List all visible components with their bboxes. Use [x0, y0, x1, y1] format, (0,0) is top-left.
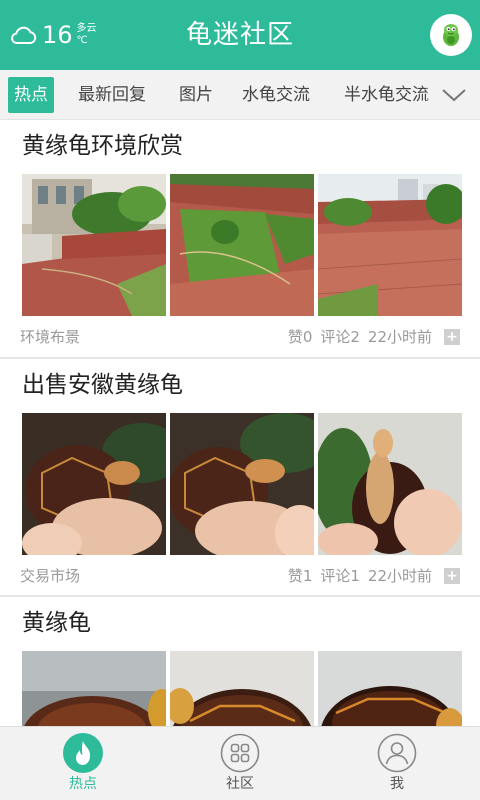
post-image[interactable] — [318, 651, 462, 726]
post-card[interactable]: 黄缘龟 — [0, 596, 480, 726]
page-title: 龟迷社区 — [185, 20, 294, 50]
post-card[interactable]: 黄缘龟环境欣赏 环境布景 赞0 评论2 22小时前 + — [0, 120, 480, 358]
nav-label-me: 我 — [390, 776, 404, 792]
post-time: 22小时前 — [367, 567, 432, 585]
comment-count: 评论2 — [320, 328, 360, 346]
tab-latest-reply[interactable]: 最新回复 — [78, 76, 146, 114]
post-stats: 赞0 评论2 22小时前 + — [280, 326, 460, 348]
post-thumbnails — [22, 651, 462, 726]
post-title[interactable]: 出售安徽黄缘龟 — [22, 369, 183, 401]
grid-icon — [220, 733, 260, 773]
comment-count: 评论1 — [320, 567, 360, 585]
post-category[interactable]: 交易市场 — [20, 565, 80, 587]
nav-label-community: 社区 — [226, 776, 254, 792]
tab-semi-aquatic-turtle[interactable]: 半水龟交流 — [344, 76, 429, 114]
category-tab-bar: 热点 最新回复 图片 水龟交流 半水龟交流 — [0, 70, 480, 120]
post-image[interactable] — [170, 651, 314, 726]
app-screen: 16 多云 ℃ 龟迷社区 热点 最新回复 图片 水龟交流 半水龟交流 黄缘龟环境… — [0, 0, 480, 800]
bottom-navigation: 热点 社区 我 — [0, 726, 480, 800]
like-count: 赞0 — [287, 328, 313, 346]
turtle-mascot-icon — [443, 24, 459, 46]
expand-button[interactable]: + — [444, 329, 460, 345]
avatar[interactable] — [430, 14, 472, 56]
tab-pictures[interactable]: 图片 — [179, 76, 213, 114]
post-image[interactable] — [22, 651, 166, 726]
post-title[interactable]: 黄缘龟 — [22, 607, 91, 639]
nav-item-hot[interactable]: 热点 — [43, 733, 123, 797]
flame-icon — [63, 733, 103, 773]
post-card[interactable]: 出售安徽黄缘龟 交易市场 赞1 评论1 22小时前 + — [0, 358, 480, 596]
expand-button[interactable]: + — [444, 568, 460, 584]
user-icon — [377, 733, 417, 773]
post-image[interactable] — [318, 174, 462, 316]
post-stats: 赞1 评论1 22小时前 + — [280, 565, 460, 587]
nav-label-hot: 热点 — [69, 776, 97, 792]
tab-hot[interactable]: 热点 — [8, 77, 54, 113]
post-time: 22小时前 — [367, 328, 432, 346]
post-meta: 交易市场 赞1 评论1 22小时前 + — [20, 565, 460, 587]
post-category[interactable]: 环境布景 — [20, 326, 80, 348]
post-thumbnails — [22, 174, 462, 316]
post-image[interactable] — [22, 413, 166, 555]
post-thumbnails — [22, 413, 462, 555]
like-count: 赞1 — [287, 567, 313, 585]
post-meta: 环境布景 赞0 评论2 22小时前 + — [20, 326, 460, 348]
nav-item-community[interactable]: 社区 — [200, 733, 280, 797]
nav-item-me[interactable]: 我 — [357, 733, 437, 797]
post-feed: 黄缘龟环境欣赏 环境布景 赞0 评论2 22小时前 + 出售安徽黄缘龟 交易市场… — [0, 120, 480, 726]
tab-water-turtle[interactable]: 水龟交流 — [242, 76, 310, 114]
chevron-down-icon[interactable] — [440, 82, 468, 108]
post-image[interactable] — [170, 413, 314, 555]
post-title[interactable]: 黄缘龟环境欣赏 — [22, 130, 183, 162]
post-image[interactable] — [22, 174, 166, 316]
post-image[interactable] — [318, 413, 462, 555]
post-image[interactable] — [170, 174, 314, 316]
app-header: 16 多云 ℃ 龟迷社区 — [0, 0, 480, 70]
